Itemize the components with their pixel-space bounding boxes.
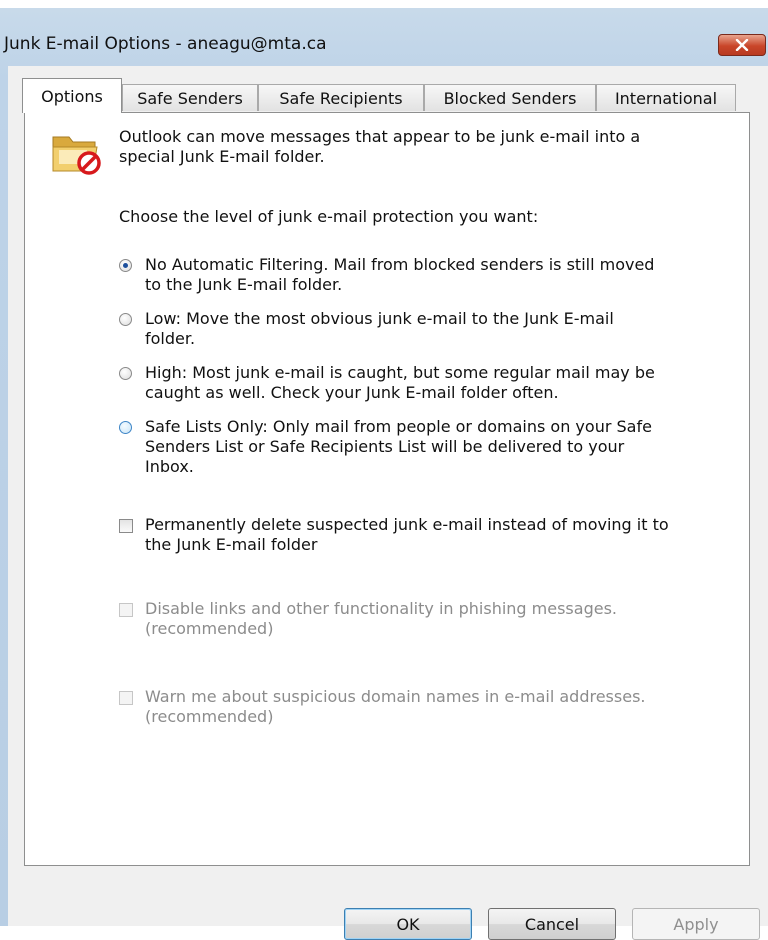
checkbox-permanently-delete[interactable]: Permanently delete suspected junk e-mail… <box>119 515 745 555</box>
intro-line: special Junk E-mail folder. <box>119 147 325 166</box>
close-icon <box>735 39 749 51</box>
label-line: folder. <box>145 329 196 348</box>
radio-label: Safe Lists Only: Only mail from people o… <box>145 417 745 477</box>
radio-label: No Automatic Filtering. Mail from blocke… <box>145 255 745 295</box>
radio-button[interactable] <box>119 259 132 272</box>
dialog-client-area: Options Safe Senders Safe Recipients Blo… <box>8 66 768 940</box>
label-line: Disable links and other functionality in… <box>145 599 617 618</box>
radio-label: High: Most junk e-mail is caught, but so… <box>145 363 745 403</box>
junk-email-options-dialog: Junk E-mail Options - aneagu@mta.ca Opti… <box>0 8 768 940</box>
checkbox-warn-suspicious-domains: Warn me about suspicious domain names in… <box>119 687 745 727</box>
checkbox[interactable] <box>119 519 133 533</box>
label-line: High: Most junk e-mail is caught, but so… <box>145 363 655 382</box>
apply-button: Apply <box>632 908 760 940</box>
label-line: Warn me about suspicious domain names in… <box>145 687 646 706</box>
radio-button[interactable] <box>119 421 132 434</box>
label-line: (recommended) <box>145 707 274 726</box>
tab-label: Options <box>41 86 103 106</box>
label-line: Low: Move the most obvious junk e-mail t… <box>145 309 614 328</box>
options-panel: Outlook can move messages that appear to… <box>24 112 750 866</box>
intro-line: Outlook can move messages that appear to… <box>119 127 641 146</box>
radio-button[interactable] <box>119 367 132 380</box>
intro-text: Outlook can move messages that appear to… <box>119 127 729 167</box>
label-line: Permanently delete suspected junk e-mail… <box>145 515 669 534</box>
title-bar: Junk E-mail Options - aneagu@mta.ca <box>0 8 768 74</box>
label-line: (recommended) <box>145 619 274 638</box>
tab-label: Blocked Senders <box>443 88 577 108</box>
checkbox <box>119 603 133 617</box>
radio-label: Low: Move the most obvious junk e-mail t… <box>145 309 745 349</box>
tab-label: Safe Senders <box>137 88 243 108</box>
window-title: Junk E-mail Options - aneagu@mta.ca <box>4 34 327 54</box>
checkbox-label: Permanently delete suspected junk e-mail… <box>145 515 745 555</box>
junk-folder-icon <box>52 136 101 175</box>
label-line: to the Junk E-mail folder. <box>145 275 343 294</box>
tab-safe-recipients[interactable]: Safe Recipients <box>258 84 424 111</box>
tab-safe-senders[interactable]: Safe Senders <box>122 84 258 111</box>
checkbox-disable-phishing-links: Disable links and other functionality in… <box>119 599 745 639</box>
level-prompt: Choose the level of junk e-mail protecti… <box>119 207 539 226</box>
radio-no-automatic-filtering[interactable]: No Automatic Filtering. Mail from blocke… <box>119 255 745 295</box>
checkbox <box>119 691 133 705</box>
tab-label: Safe Recipients <box>279 88 403 108</box>
label-line: caught as well. Check your Junk E-mail f… <box>145 383 559 402</box>
radio-safe-lists-only[interactable]: Safe Lists Only: Only mail from people o… <box>119 417 745 477</box>
tab-blocked-senders[interactable]: Blocked Senders <box>424 84 596 111</box>
tab-options[interactable]: Options <box>22 78 122 113</box>
radio-high[interactable]: High: Most junk e-mail is caught, but so… <box>119 363 745 403</box>
label-line: the Junk E-mail folder <box>145 535 318 554</box>
close-button[interactable] <box>718 34 766 56</box>
ok-button[interactable]: OK <box>344 908 472 940</box>
radio-low[interactable]: Low: Move the most obvious junk e-mail t… <box>119 309 745 349</box>
cancel-button[interactable]: Cancel <box>488 908 616 940</box>
checkbox-label: Disable links and other functionality in… <box>145 599 745 639</box>
label-line: Safe Lists Only: Only mail from people o… <box>145 417 652 436</box>
tab-label: International <box>614 88 718 108</box>
radio-button[interactable] <box>119 313 132 326</box>
tab-international[interactable]: International <box>596 84 736 111</box>
label-line: No Automatic Filtering. Mail from blocke… <box>145 255 655 274</box>
checkbox-label: Warn me about suspicious domain names in… <box>145 687 745 727</box>
label-line: Inbox. <box>145 457 194 476</box>
label-line: Senders List or Safe Recipients List wil… <box>145 437 625 456</box>
